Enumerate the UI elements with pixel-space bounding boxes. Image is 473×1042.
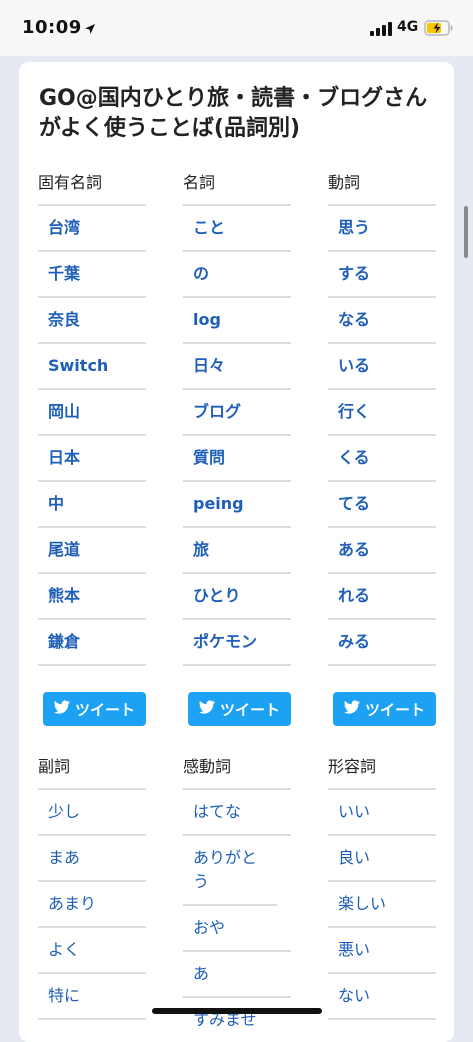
- cellular-signal-icon: [370, 22, 392, 36]
- word-link[interactable]: ある: [328, 528, 436, 574]
- tweet-label: ツイート: [219, 700, 280, 719]
- word-link[interactable]: ブログ: [183, 390, 291, 436]
- word-link[interactable]: ポケモン: [183, 620, 291, 666]
- word-link[interactable]: はてな: [183, 790, 291, 836]
- column-title: 動詞: [328, 173, 361, 192]
- column-title: 副詞: [38, 757, 71, 776]
- word-link[interactable]: 日々: [183, 344, 291, 390]
- location-arrow-icon: [84, 20, 96, 39]
- word-link[interactable]: よく: [38, 928, 146, 974]
- word-link[interactable]: 旅: [183, 528, 291, 574]
- word-link[interactable]: ありがとう: [183, 836, 277, 906]
- word-link[interactable]: 行く: [328, 390, 436, 436]
- home-indicator[interactable]: [152, 1008, 322, 1014]
- page-title: GO@国内ひとり旅・読書・ブログさんがよく使うことば(品詞別): [39, 86, 428, 141]
- word-link[interactable]: あ: [183, 952, 291, 998]
- word-link[interactable]: 熊本: [38, 574, 146, 620]
- word-link[interactable]: 少し: [38, 790, 146, 836]
- clock-time: 10:09: [22, 17, 82, 38]
- word-link[interactable]: の: [183, 252, 291, 298]
- word-link[interactable]: 楽しい: [328, 882, 436, 928]
- word-link[interactable]: 思う: [328, 206, 436, 252]
- twitter-bird-icon: [343, 700, 360, 718]
- word-link[interactable]: 日本: [38, 436, 146, 482]
- column-interjections: 感動詞 はてな ありがとう おや あ すみませ: [183, 756, 291, 1042]
- scrollbar[interactable]: [464, 206, 468, 258]
- status-bar: 10:09 4G: [0, 0, 473, 56]
- word-link[interactable]: みる: [328, 620, 436, 666]
- word-link[interactable]: 悪い: [328, 928, 436, 974]
- word-link[interactable]: 中: [38, 482, 146, 528]
- word-link[interactable]: 鎌倉: [38, 620, 146, 666]
- word-link[interactable]: てる: [328, 482, 436, 528]
- word-link[interactable]: こと: [183, 206, 291, 252]
- column-title: 感動詞: [183, 757, 232, 776]
- column-title: 名詞: [183, 173, 216, 192]
- word-link[interactable]: 千葉: [38, 252, 146, 298]
- word-link[interactable]: あまり: [38, 882, 146, 928]
- word-list: 思う する なる いる 行く くる てる ある れる みる: [328, 204, 436, 666]
- word-link[interactable]: ない: [328, 974, 436, 1020]
- word-link[interactable]: peing: [183, 482, 291, 528]
- column-title: 形容詞: [328, 757, 377, 776]
- column-verbs: 動詞 思う する なる いる 行く くる てる ある れる みる: [328, 172, 436, 666]
- column-proper-nouns: 固有名詞 台湾 千葉 奈良 Switch 岡山 日本 中 尾道 熊本 鎌倉: [38, 172, 146, 666]
- word-link[interactable]: すみませ: [183, 998, 291, 1042]
- word-list: いい 良い 楽しい 悪い ない: [328, 788, 436, 1020]
- word-link[interactable]: 尾道: [38, 528, 146, 574]
- word-link[interactable]: log: [183, 298, 291, 344]
- word-link[interactable]: れる: [328, 574, 436, 620]
- word-link[interactable]: 良い: [328, 836, 436, 882]
- word-link[interactable]: いる: [328, 344, 436, 390]
- network-type: 4G: [397, 19, 419, 35]
- battery-charging-icon: [424, 20, 454, 40]
- column-adverbs: 副詞 少し まあ あまり よく 特に: [38, 756, 146, 1020]
- word-link[interactable]: する: [328, 252, 436, 298]
- column-title: 固有名詞: [38, 173, 103, 192]
- word-link[interactable]: 特に: [38, 974, 146, 1020]
- tweet-label: ツイート: [364, 700, 425, 719]
- word-link[interactable]: まあ: [38, 836, 146, 882]
- word-link[interactable]: いい: [328, 790, 436, 836]
- word-list: 少し まあ あまり よく 特に: [38, 788, 146, 1020]
- word-link[interactable]: 奈良: [38, 298, 146, 344]
- word-card: GO@国内ひとり旅・読書・ブログさんがよく使うことば(品詞別) 固有名詞 台湾 …: [19, 62, 454, 1042]
- word-list: こと の log 日々 ブログ 質問 peing 旅 ひとり ポケモン: [183, 204, 291, 666]
- word-link[interactable]: くる: [328, 436, 436, 482]
- word-link[interactable]: 台湾: [38, 206, 146, 252]
- word-link[interactable]: なる: [328, 298, 436, 344]
- tweet-label: ツイート: [74, 700, 135, 719]
- twitter-bird-icon: [198, 700, 215, 718]
- word-link[interactable]: ひとり: [183, 574, 291, 620]
- column-adjectives: 形容詞 いい 良い 楽しい 悪い ない: [328, 756, 436, 1020]
- word-link[interactable]: おや: [183, 906, 291, 952]
- twitter-bird-icon: [53, 700, 70, 718]
- word-list: 台湾 千葉 奈良 Switch 岡山 日本 中 尾道 熊本 鎌倉: [38, 204, 146, 666]
- word-link[interactable]: 質問: [183, 436, 291, 482]
- tweet-button[interactable]: ツイート: [188, 692, 291, 726]
- word-link[interactable]: 岡山: [38, 390, 146, 436]
- word-list: はてな ありがとう おや あ すみませ: [183, 788, 291, 1042]
- column-nouns: 名詞 こと の log 日々 ブログ 質問 peing 旅 ひとり ポケモン: [183, 172, 291, 666]
- word-link[interactable]: Switch: [38, 344, 146, 390]
- tweet-button[interactable]: ツイート: [43, 692, 146, 726]
- tweet-button[interactable]: ツイート: [333, 692, 436, 726]
